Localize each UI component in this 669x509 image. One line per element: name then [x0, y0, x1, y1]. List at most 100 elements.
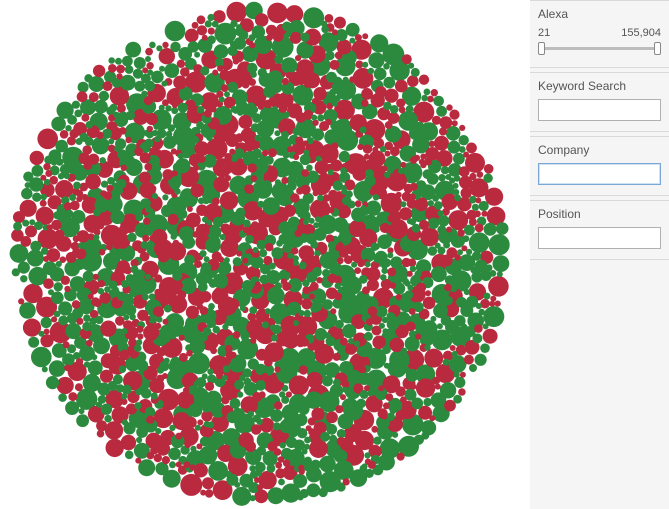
bubble-dot[interactable] — [459, 135, 469, 145]
bubble-dot[interactable] — [312, 98, 318, 104]
bubble-dot[interactable] — [234, 408, 241, 415]
bubble-dot[interactable] — [303, 150, 309, 156]
bubble-dot[interactable] — [123, 314, 129, 320]
bubble-dot[interactable] — [163, 136, 176, 149]
bubble-dot[interactable] — [200, 490, 206, 496]
bubble-dot[interactable] — [475, 354, 487, 366]
bubble-dot[interactable] — [266, 34, 273, 41]
bubble-dot[interactable] — [82, 194, 88, 200]
bubble-dot[interactable] — [297, 494, 303, 500]
bubble-dot[interactable] — [108, 57, 115, 64]
bubble-dot[interactable] — [63, 172, 70, 179]
bubble-dot[interactable] — [489, 301, 495, 307]
bubble-dot[interactable] — [398, 168, 404, 174]
bubble-dot[interactable] — [263, 86, 275, 98]
bubble-dot[interactable] — [171, 107, 178, 114]
bubble-dot[interactable] — [275, 179, 281, 185]
bubble-dot[interactable] — [18, 298, 24, 304]
bubble-dot[interactable] — [69, 194, 76, 201]
bubble-dot[interactable] — [88, 294, 94, 300]
bubble-dot[interactable] — [334, 17, 346, 29]
bubble-dot[interactable] — [205, 382, 214, 391]
bubble-dot[interactable] — [125, 451, 134, 460]
bubble-dot[interactable] — [282, 243, 292, 253]
bubble-dot[interactable] — [122, 56, 133, 67]
bubble-dot[interactable] — [218, 256, 224, 262]
bubble-dot[interactable] — [208, 236, 221, 249]
bubble-dot[interactable] — [43, 163, 50, 170]
bubble-dot[interactable] — [429, 415, 435, 421]
position-input[interactable] — [538, 227, 661, 249]
bubble-dot[interactable] — [162, 194, 168, 200]
bubble-dot[interactable] — [450, 345, 456, 351]
bubble-dot[interactable] — [121, 393, 127, 399]
bubble-dot[interactable] — [76, 358, 83, 365]
bubble-dot[interactable] — [282, 78, 289, 85]
bubble-dot[interactable] — [290, 193, 299, 202]
bubble-dot[interactable] — [233, 108, 239, 114]
bubble-dot[interactable] — [234, 482, 240, 488]
bubble-dot[interactable] — [419, 159, 425, 165]
bubble-dot[interactable] — [249, 34, 256, 41]
bubble-dot[interactable] — [205, 489, 213, 497]
bubble-dot[interactable] — [267, 287, 285, 305]
bubble-dot[interactable] — [445, 174, 451, 180]
bubble-dot[interactable] — [484, 164, 494, 174]
bubble-dot[interactable] — [200, 66, 209, 75]
bubble-dot[interactable] — [374, 227, 380, 233]
bubble-dot[interactable] — [162, 373, 168, 379]
bubble-dot[interactable] — [318, 488, 327, 497]
bubble-dot[interactable] — [100, 190, 107, 197]
bubble-dot[interactable] — [368, 68, 374, 74]
bubble-dot[interactable] — [149, 185, 156, 192]
bubble-dot[interactable] — [329, 60, 339, 70]
bubble-dot[interactable] — [259, 391, 266, 398]
bubble-dot[interactable] — [83, 271, 94, 282]
bubble-dot[interactable] — [359, 275, 368, 284]
bubble-dot[interactable] — [367, 390, 373, 396]
bubble-dot[interactable] — [136, 326, 143, 333]
bubble-dot[interactable] — [147, 452, 155, 460]
bubble-dot[interactable] — [162, 42, 168, 48]
bubble-dot[interactable] — [93, 299, 101, 307]
bubble-dot[interactable] — [135, 458, 141, 464]
bubble-dot[interactable] — [476, 303, 482, 309]
bubble-dot[interactable] — [79, 408, 85, 414]
bubble-dot[interactable] — [265, 243, 273, 251]
bubble-dot[interactable] — [64, 365, 71, 372]
bubble-dot[interactable] — [328, 169, 334, 175]
bubble-dot[interactable] — [302, 449, 308, 455]
bubble-dot[interactable] — [188, 41, 199, 52]
bubble-dot[interactable] — [76, 138, 83, 145]
bubble-dot[interactable] — [86, 121, 94, 129]
bubble-dot[interactable] — [63, 341, 70, 348]
bubble-dot[interactable] — [495, 301, 501, 307]
bubble-dot[interactable] — [424, 89, 431, 96]
bubble-dot[interactable] — [293, 154, 299, 160]
bubble-dot[interactable] — [480, 270, 491, 281]
bubble-dot[interactable] — [452, 351, 458, 357]
bubble-dot[interactable] — [434, 201, 443, 210]
bubble-dot[interactable] — [288, 230, 294, 236]
bubble-dot[interactable] — [237, 391, 243, 397]
bubble-dot[interactable] — [145, 274, 151, 280]
bubble-dot[interactable] — [423, 169, 433, 179]
bubble-dot[interactable] — [396, 192, 402, 198]
bubble-dot[interactable] — [431, 89, 438, 96]
bubble-dot[interactable] — [472, 204, 479, 211]
bubble-dot[interactable] — [387, 252, 393, 258]
bubble-dot[interactable] — [248, 358, 259, 369]
bubble-dot[interactable] — [136, 437, 142, 443]
bubble-dot[interactable] — [251, 123, 260, 132]
bubble-dot[interactable] — [255, 135, 261, 141]
bubble-dot[interactable] — [333, 353, 341, 361]
bubble-dot[interactable] — [339, 151, 350, 162]
bubble-dot[interactable] — [343, 478, 350, 485]
bubble-dot[interactable] — [20, 236, 31, 247]
bubble-dot[interactable] — [158, 250, 170, 262]
bubble-dot[interactable] — [48, 289, 54, 295]
bubble-dot[interactable] — [461, 245, 467, 251]
bubble-dot[interactable] — [163, 319, 169, 325]
bubble-dot[interactable] — [47, 224, 53, 230]
bubble-dot[interactable] — [182, 236, 195, 249]
